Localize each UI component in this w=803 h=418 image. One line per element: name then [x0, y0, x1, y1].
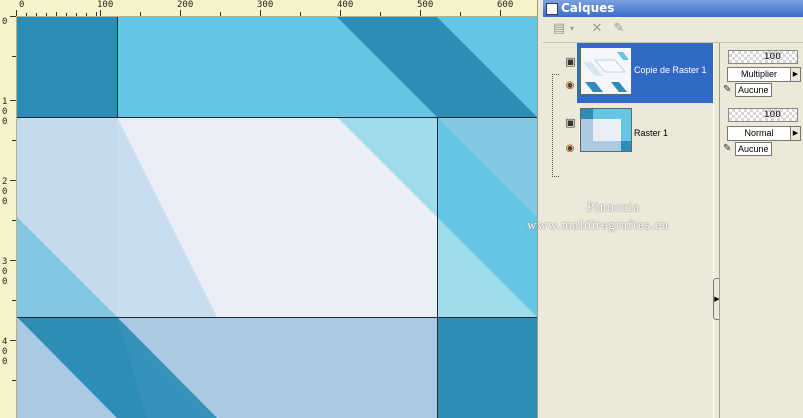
vruler-label-10: 4: [2, 337, 8, 347]
opacity-field[interactable]: 100: [728, 50, 798, 64]
mask-field[interactable]: ✎ Aucune: [723, 83, 772, 97]
layer-body[interactable]: Raster 1: [577, 106, 713, 166]
blend-dropdown-arrow-icon[interactable]: ▶: [790, 67, 801, 82]
layer-body-selected[interactable]: Copie de Raster 1: [577, 43, 713, 103]
vruler-label-11: 0: [2, 347, 8, 357]
vruler-label-6: 0: [2, 197, 8, 207]
layer-type-icon: ▣: [565, 116, 576, 129]
layers-panel: Calques ▤ ▾ ✕ ✎ ▣ ◉ Copie de Raster 1 ▣ …: [543, 0, 803, 418]
brush-icon: ✎: [723, 143, 732, 154]
vruler-label-3: 0: [2, 117, 8, 127]
layer-properties-column: 100 Multiplier ▶ ✎ Aucune 100 Normal ▶ ✎…: [719, 43, 803, 418]
layer-row-copie-de-raster-1[interactable]: ▣ ◉ Copie de Raster 1: [546, 43, 713, 103]
ruler-corner: [0, 0, 17, 17]
opacity-field[interactable]: 100: [728, 108, 798, 122]
horizontal-ruler: 0 100 200 300 400 500 600: [16, 0, 543, 17]
panel-title-text: Calques: [561, 1, 615, 15]
dropdown-arrow-icon[interactable]: ▾: [567, 20, 577, 38]
visibility-eye-icon[interactable]: ◉: [563, 144, 577, 154]
ruler-label-400: 400: [337, 0, 354, 10]
new-layer-icon[interactable]: ▤: [549, 20, 569, 38]
image-canvas[interactable]: [17, 17, 537, 418]
watermark-author: Pinuccia: [587, 199, 640, 214]
vertical-ruler: 0 1 0 0 2 0 0 3 0 0 4 0 0: [0, 16, 17, 418]
layers-toolbar: ▤ ▾ ✕ ✎: [543, 17, 803, 43]
layer-row-raster-1[interactable]: ▣ ◉ Raster 1: [546, 106, 713, 163]
layer-thumbnail: [580, 47, 632, 95]
vruler-label-0: 0: [2, 17, 8, 27]
vruler-label-9: 0: [2, 277, 8, 287]
vruler-label-4: 2: [2, 177, 8, 187]
delete-layer-icon[interactable]: ✕: [587, 20, 607, 38]
mask-label: Aucune: [735, 142, 772, 156]
layer-name: Raster 1: [634, 128, 669, 138]
blend-mode-select[interactable]: Normal: [727, 126, 791, 141]
vruler-label-1: 1: [2, 97, 8, 107]
ruler-label-600: 600: [497, 0, 514, 10]
brush-icon: ✎: [723, 84, 732, 95]
layer-thumbnail: [580, 108, 632, 152]
ruler-label-300: 300: [257, 0, 274, 10]
panel-title: Calques: [543, 0, 803, 17]
blend-dropdown-arrow-icon[interactable]: ▶: [790, 126, 801, 141]
vruler-label-2: 0: [2, 107, 8, 117]
vruler-label-5: 0: [2, 187, 8, 197]
mask-icon[interactable]: ✎: [609, 20, 629, 38]
layer-name: Copie de Raster 1: [634, 65, 707, 75]
vruler-label-8: 0: [2, 267, 8, 277]
mask-label: Aucune: [735, 83, 772, 97]
layer-type-icon: ▣: [565, 55, 576, 68]
ruler-label-200: 200: [177, 0, 194, 10]
vruler-label-12: 0: [2, 357, 8, 367]
ruler-label-0: 0: [19, 0, 25, 10]
vruler-label-7: 3: [2, 257, 8, 267]
ruler-label-500: 500: [417, 0, 434, 10]
blend-mode-select[interactable]: Multiplier: [727, 67, 791, 82]
layers-panel-icon: [546, 3, 558, 15]
watermark-url: www.maldiregraftes.eu: [527, 217, 670, 232]
mask-field[interactable]: ✎ Aucune: [723, 142, 772, 156]
visibility-eye-icon[interactable]: ◉: [563, 81, 577, 91]
ruler-label-100: 100: [97, 0, 114, 10]
